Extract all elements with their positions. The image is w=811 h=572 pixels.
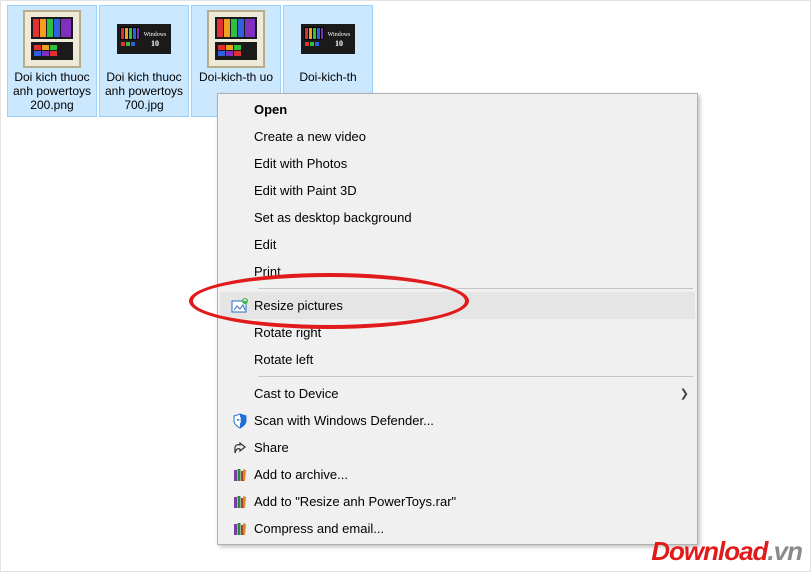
file-thumbnail: Windows 10	[103, 8, 185, 70]
menu-edit-with-photos[interactable]: Edit with Photos	[220, 150, 695, 177]
menu-add-to-named-archive[interactable]: Add to "Resize anh PowerToys.rar"	[220, 488, 695, 515]
blank-icon	[226, 262, 254, 282]
file-item[interactable]: Windows 10 Doi kich thuoc anh powertoys …	[99, 5, 189, 117]
blank-icon	[226, 208, 254, 228]
menu-share[interactable]: Share	[220, 434, 695, 461]
file-name: Doi kich thuoc anh powertoys 200.png	[10, 70, 94, 114]
menu-separator	[258, 288, 693, 289]
menu-open[interactable]: Open	[220, 96, 695, 123]
menu-edit[interactable]: Edit	[220, 231, 695, 258]
context-menu: Open Create a new video Edit with Photos…	[217, 93, 698, 545]
svg-text:Windows: Windows	[328, 32, 351, 38]
defender-shield-icon	[226, 411, 254, 431]
share-icon	[226, 438, 254, 458]
menu-scan-defender[interactable]: Scan with Windows Defender...	[220, 407, 695, 434]
winrar-books-icon	[226, 519, 254, 539]
menu-edit-with-paint3d[interactable]: Edit with Paint 3D	[220, 177, 695, 204]
blank-icon	[226, 235, 254, 255]
file-item[interactable]: Doi kich thuoc anh powertoys 200.png	[7, 5, 97, 117]
blank-icon	[226, 154, 254, 174]
watermark: Download.vn	[651, 536, 802, 567]
file-name: Doi-kich-th	[297, 70, 358, 86]
resize-picture-icon	[226, 296, 254, 316]
winrar-books-icon	[226, 465, 254, 485]
blank-icon	[226, 181, 254, 201]
menu-create-new-video[interactable]: Create a new video	[220, 123, 695, 150]
file-name: Doi kich thuoc anh powertoys 700.jpg	[102, 70, 186, 114]
blank-icon	[226, 350, 254, 370]
svg-text:Windows: Windows	[144, 32, 167, 38]
blank-icon	[226, 384, 254, 404]
submenu-arrow-icon: ❯	[671, 387, 689, 400]
menu-resize-pictures[interactable]: Resize pictures	[220, 292, 695, 319]
file-thumbnail	[195, 8, 277, 70]
watermark-part2: .vn	[767, 536, 802, 566]
menu-set-desktop-background[interactable]: Set as desktop background	[220, 204, 695, 231]
menu-rotate-right[interactable]: Rotate right	[220, 319, 695, 346]
winrar-books-icon	[226, 492, 254, 512]
menu-separator	[258, 376, 693, 377]
blank-icon	[226, 323, 254, 343]
menu-rotate-left[interactable]: Rotate left	[220, 346, 695, 373]
watermark-part1: Download	[651, 536, 767, 566]
svg-text:10: 10	[151, 39, 159, 48]
file-thumbnail	[11, 8, 93, 70]
menu-add-to-archive[interactable]: Add to archive...	[220, 461, 695, 488]
blank-icon	[226, 100, 254, 120]
file-name: Doi-kich-th uo	[197, 70, 275, 86]
file-thumbnail: Windows 10	[287, 8, 369, 70]
svg-text:10: 10	[335, 39, 343, 48]
menu-cast-to-device[interactable]: Cast to Device ❯	[220, 380, 695, 407]
menu-print[interactable]: Print	[220, 258, 695, 285]
menu-compress-email[interactable]: Compress and email...	[220, 515, 695, 542]
blank-icon	[226, 127, 254, 147]
